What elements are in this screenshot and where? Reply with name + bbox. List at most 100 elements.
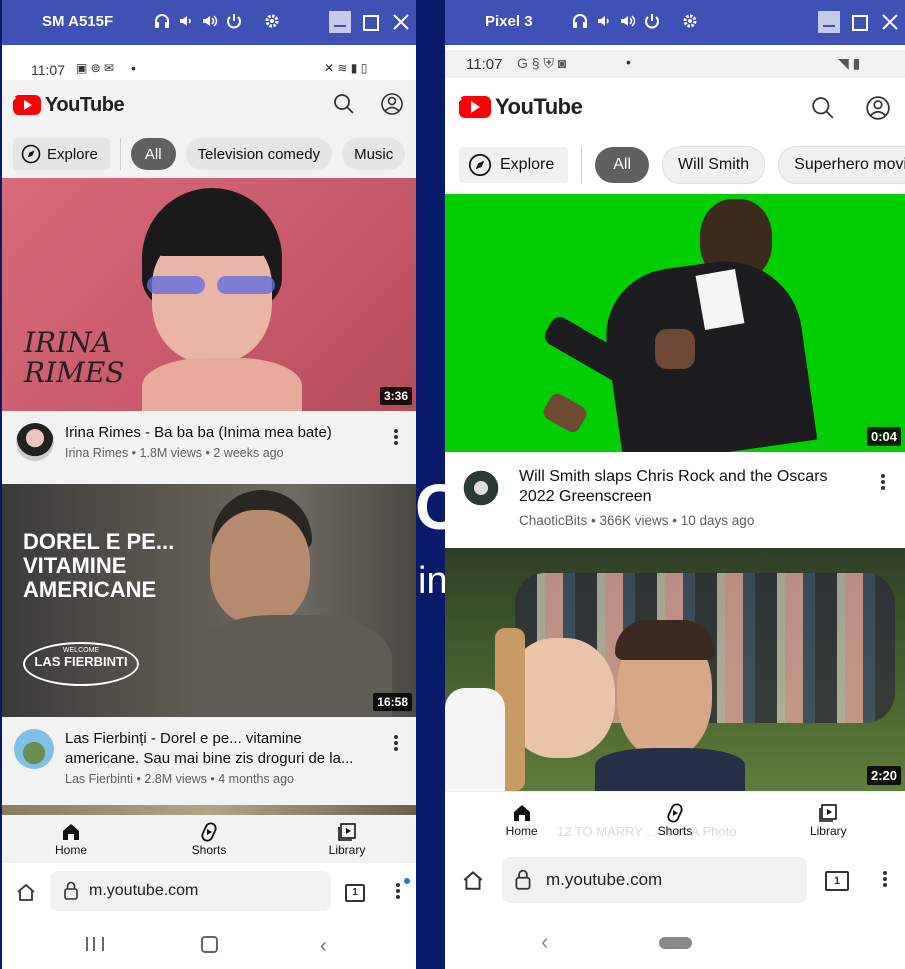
nav-shorts[interactable]: Shorts [598, 792, 751, 848]
thumbnail-art-text: IRINA RIMES [24, 328, 124, 388]
thumbnail-artwork [192, 490, 392, 717]
home-nav-button[interactable] [201, 936, 218, 953]
compass-icon [468, 153, 492, 177]
more-options-icon[interactable] [393, 733, 399, 753]
chip-all[interactable]: All [130, 138, 176, 170]
art-line: DOREL E PE... [23, 529, 175, 554]
window-titlebar[interactable]: Pixel 3 [445, 0, 905, 45]
tab-switcher-button[interactable]: 1 [345, 884, 365, 902]
chip-bar: Explore All Will Smith Superhero movies [445, 136, 905, 194]
video-meta-1[interactable]: Will Smith slaps Chris Rock and the Osca… [445, 452, 905, 548]
recents-button[interactable] [86, 937, 104, 951]
video-title[interactable]: Las Fierbinți - Dorel e pe... vitamine a… [65, 729, 371, 769]
library-icon [819, 804, 838, 822]
video-duration: 0:04 [866, 427, 901, 446]
video-duration: 16:58 [373, 693, 412, 711]
video-meta-1[interactable]: Irina Rimes - Ba ba ba (Inima mea bate) … [2, 411, 416, 484]
video-thumbnail-2[interactable]: DOREL E PE... VITAMINE AMERICANE WELCOME… [2, 484, 416, 717]
status-dot: • [626, 54, 631, 70]
chip-explore[interactable]: Explore [459, 147, 569, 183]
thumbnail-art-text: DOREL E PE... VITAMINE AMERICANE [23, 530, 174, 602]
chip-all-label: All [144, 145, 162, 163]
browser-menu-icon[interactable] [395, 881, 401, 901]
home-icon[interactable] [15, 881, 37, 903]
back-nav-button[interactable]: ‹ [541, 929, 548, 955]
home-icon[interactable] [461, 868, 485, 892]
youtube-play-icon [13, 95, 41, 115]
window-titlebar[interactable]: SM A515F [2, 0, 416, 45]
chip-label: Superhero movies [794, 156, 905, 173]
volume-down-icon[interactable] [594, 11, 614, 31]
address-bar[interactable]: m.youtube.com [502, 857, 807, 903]
maximize-button[interactable] [848, 11, 870, 33]
close-button[interactable] [390, 11, 412, 33]
nav-home-label: Home [505, 824, 538, 838]
nav-library[interactable]: Library [752, 792, 905, 848]
chip-explore-label: Explore [47, 145, 98, 163]
lock-icon [515, 869, 531, 890]
address-bar[interactable]: m.youtube.com [50, 871, 331, 911]
search-icon[interactable] [811, 96, 835, 120]
more-options-icon[interactable] [393, 427, 399, 447]
gear-icon[interactable] [262, 11, 282, 31]
minimize-button[interactable] [818, 11, 840, 33]
status-icons: ◥ ▮ [838, 55, 861, 71]
power-icon[interactable] [224, 11, 244, 31]
headphones-icon[interactable] [570, 11, 590, 31]
browser-menu-icon[interactable] [882, 869, 888, 889]
status-dot: • [131, 60, 136, 76]
gear-icon[interactable] [680, 11, 700, 31]
search-icon[interactable] [333, 93, 355, 115]
headphones-icon[interactable] [152, 11, 172, 31]
nav-shorts[interactable]: Shorts [140, 815, 278, 863]
nav-home[interactable]: Home [445, 792, 598, 848]
close-button[interactable] [879, 11, 901, 33]
maximize-button[interactable] [359, 11, 381, 33]
chip-bar: Explore All Television comedy Music [2, 130, 416, 178]
home-gesture-pill[interactable] [659, 937, 692, 949]
art-line: VITAMINE [23, 553, 127, 578]
volume-down-icon[interactable] [176, 11, 196, 31]
video-thumbnail-2[interactable]: 2:20 [445, 548, 905, 791]
chip-label: Will Smith [678, 156, 750, 173]
channel-avatar[interactable] [14, 729, 54, 769]
nav-home[interactable]: Home [2, 815, 140, 863]
video-title[interactable]: Will Smith slaps Chris Rock and the Osca… [519, 467, 849, 507]
nav-home-label: Home [54, 843, 87, 857]
volume-up-icon[interactable] [200, 11, 220, 31]
video-title[interactable]: Irina Rimes - Ba ba ba (Inima mea bate) [65, 423, 365, 443]
chip-superhero-movies[interactable]: Superhero movies [778, 146, 905, 184]
nav-library[interactable]: Library [278, 815, 416, 863]
chip-label: Television comedy [197, 145, 321, 163]
chip-all[interactable]: All [595, 147, 650, 183]
more-options-icon[interactable] [880, 472, 886, 492]
power-icon[interactable] [642, 11, 662, 31]
home-icon [63, 824, 79, 840]
video-thumbnail-1[interactable]: IRINA RIMES 3:36 [2, 178, 416, 411]
channel-avatar[interactable] [459, 466, 503, 510]
notification-icons: ▣ ⊚ ✉ [76, 61, 115, 75]
chip-music[interactable]: Music [342, 138, 406, 170]
channel-avatar[interactable] [16, 423, 54, 461]
chip-television-comedy[interactable]: Television comedy [185, 138, 333, 170]
account-icon[interactable] [380, 92, 404, 116]
tab-switcher-button[interactable]: 1 [825, 871, 849, 891]
chip-will-smith[interactable]: Will Smith [662, 146, 766, 184]
minimize-button[interactable] [329, 11, 351, 33]
chip-explore[interactable]: Explore [13, 138, 110, 170]
back-nav-button[interactable]: ‹ [320, 935, 327, 958]
tab-count: 1 [833, 875, 841, 887]
video-subtitle: Las Fierbinti • 2.8M views • 4 months ag… [65, 772, 294, 786]
volume-up-icon[interactable] [618, 11, 638, 31]
video-meta-2[interactable]: Las Fierbinți - Dorel e pe... vitamine a… [2, 717, 416, 805]
android-navigation-bar: ‹ [2, 921, 416, 969]
show-logo: WELCOME LAS FIERBINTI [23, 642, 139, 686]
video-thumbnail-1[interactable]: 0:04 [445, 194, 905, 452]
emulator-window-right: Pixel 3 11:07 G § ⛨ ◙ • ◥ ▮ YouTube Expl… [445, 0, 905, 969]
account-icon[interactable] [865, 95, 891, 121]
bottom-navigation: Home Shorts Library 12 TO MARRY ... Took… [445, 791, 905, 848]
youtube-logo[interactable]: YouTube [459, 94, 583, 120]
browser-toolbar: m.youtube.com 1 [2, 863, 416, 921]
chip-label: Music [354, 145, 394, 163]
youtube-logo[interactable]: YouTube [13, 94, 125, 117]
